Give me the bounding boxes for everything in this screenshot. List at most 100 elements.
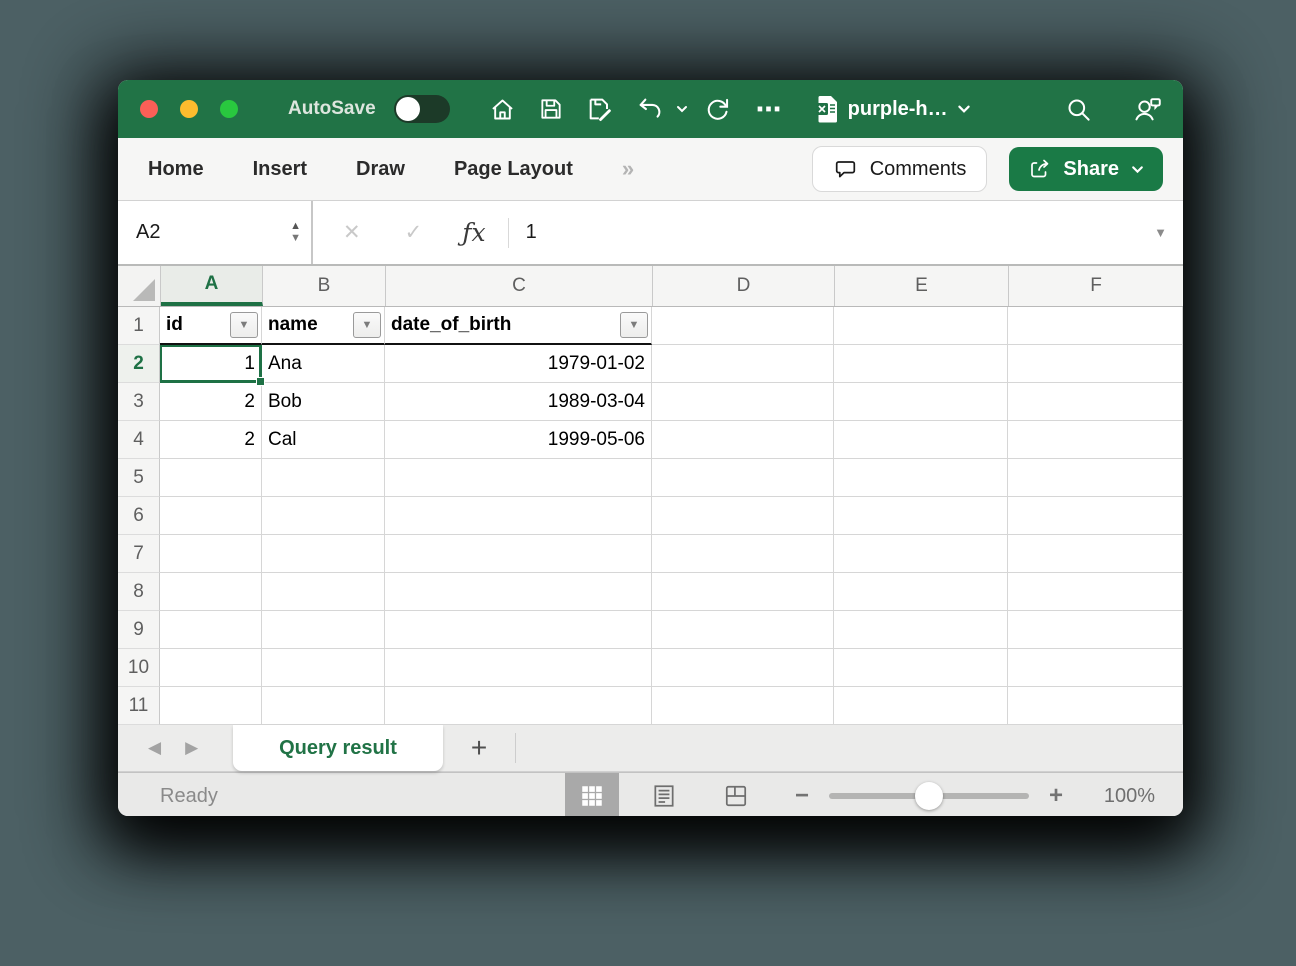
cell-A3[interactable]: 2: [160, 383, 262, 421]
name-box-spinner[interactable]: ▲ ▼: [290, 222, 301, 243]
cell-D7[interactable]: [652, 535, 834, 573]
page-layout-view-button[interactable]: [637, 773, 691, 816]
save-as-icon[interactable]: [586, 95, 614, 123]
minimize-window-button[interactable]: [180, 100, 198, 118]
normal-view-button[interactable]: [565, 773, 619, 816]
cell-B2[interactable]: Ana: [262, 345, 385, 383]
cell-F7[interactable]: [1008, 535, 1183, 573]
cell-D8[interactable]: [652, 573, 834, 611]
spinner-down-icon[interactable]: ▼: [290, 234, 301, 243]
column-header-E[interactable]: E: [835, 266, 1009, 306]
cell-B3[interactable]: Bob: [262, 383, 385, 421]
row-header-8[interactable]: 8: [118, 573, 160, 611]
cell-B7[interactable]: [262, 535, 385, 573]
cell-E11[interactable]: [834, 687, 1008, 725]
cell-E5[interactable]: [834, 459, 1008, 497]
filter-button-name[interactable]: ▼: [353, 312, 381, 338]
cell-F6[interactable]: [1008, 497, 1183, 535]
tab-insert[interactable]: Insert: [253, 158, 307, 181]
zoom-slider[interactable]: [829, 793, 1029, 799]
cell-A7[interactable]: [160, 535, 262, 573]
row-header-9[interactable]: 9: [118, 611, 160, 649]
row-header-5[interactable]: 5: [118, 459, 160, 497]
row-header-4[interactable]: 4: [118, 421, 160, 459]
spinner-up-icon[interactable]: ▲: [290, 222, 301, 231]
zoom-slider-thumb[interactable]: [915, 782, 943, 810]
name-box[interactable]: A2 ▲ ▼: [118, 201, 313, 264]
ribbon-overflow-icon[interactable]: »: [622, 156, 634, 182]
home-icon[interactable]: [489, 96, 516, 123]
prev-sheet-icon[interactable]: ◀: [148, 738, 161, 758]
undo-menu-chevron-icon[interactable]: [675, 102, 689, 116]
row-header-3[interactable]: 3: [118, 383, 160, 421]
cell-A10[interactable]: [160, 649, 262, 687]
cell-F4[interactable]: [1008, 421, 1183, 459]
cell-A8[interactable]: [160, 573, 262, 611]
share-people-icon[interactable]: [1133, 95, 1163, 123]
cell-A5[interactable]: [160, 459, 262, 497]
document-title-chevron-icon[interactable]: [956, 101, 972, 117]
cell-D11[interactable]: [652, 687, 834, 725]
cell-C4[interactable]: 1999-05-06: [385, 421, 652, 459]
cell-D4[interactable]: [652, 421, 834, 459]
cell-A1[interactable]: id▼: [160, 307, 262, 345]
zoom-window-button[interactable]: [220, 100, 238, 118]
cell-D5[interactable]: [652, 459, 834, 497]
cell-B1[interactable]: name▼: [262, 307, 385, 345]
row-header-6[interactable]: 6: [118, 497, 160, 535]
formula-bar-expand-icon[interactable]: ▼: [1154, 225, 1167, 240]
document-title[interactable]: purple-h…: [848, 98, 948, 121]
cell-F1[interactable]: [1008, 307, 1183, 345]
cell-E1[interactable]: [834, 307, 1008, 345]
cell-D10[interactable]: [652, 649, 834, 687]
cell-D3[interactable]: [652, 383, 834, 421]
cell-E10[interactable]: [834, 649, 1008, 687]
cell-C10[interactable]: [385, 649, 652, 687]
zoom-out-button[interactable]: −: [795, 782, 809, 810]
cell-E7[interactable]: [834, 535, 1008, 573]
column-header-D[interactable]: D: [653, 266, 835, 306]
cell-A6[interactable]: [160, 497, 262, 535]
cell-B11[interactable]: [262, 687, 385, 725]
cell-B5[interactable]: [262, 459, 385, 497]
cell-F5[interactable]: [1008, 459, 1183, 497]
cell-B6[interactable]: [262, 497, 385, 535]
tab-home[interactable]: Home: [148, 158, 204, 181]
cell-C1[interactable]: date_of_birth▼: [385, 307, 652, 345]
row-header-1[interactable]: 1: [118, 307, 160, 345]
page-break-view-button[interactable]: [709, 773, 763, 816]
cell-F10[interactable]: [1008, 649, 1183, 687]
cell-A2[interactable]: 1: [160, 345, 262, 383]
search-icon[interactable]: [1065, 96, 1092, 123]
tab-page-layout[interactable]: Page Layout: [454, 158, 573, 181]
add-sheet-button[interactable]: +: [443, 725, 515, 771]
cell-C8[interactable]: [385, 573, 652, 611]
cell-A9[interactable]: [160, 611, 262, 649]
cell-E2[interactable]: [834, 345, 1008, 383]
cell-D1[interactable]: [652, 307, 834, 345]
cell-D6[interactable]: [652, 497, 834, 535]
redo-icon[interactable]: [704, 96, 731, 123]
column-header-F[interactable]: F: [1009, 266, 1183, 306]
cell-F2[interactable]: [1008, 345, 1183, 383]
zoom-in-button[interactable]: +: [1049, 782, 1063, 810]
cell-E6[interactable]: [834, 497, 1008, 535]
column-header-B[interactable]: B: [263, 266, 386, 306]
tab-draw[interactable]: Draw: [356, 158, 405, 181]
cell-F3[interactable]: [1008, 383, 1183, 421]
autosave-toggle[interactable]: [394, 95, 450, 123]
cell-B9[interactable]: [262, 611, 385, 649]
cell-E4[interactable]: [834, 421, 1008, 459]
formula-input[interactable]: 1: [526, 221, 1155, 244]
cell-F8[interactable]: [1008, 573, 1183, 611]
select-all-corner[interactable]: [118, 266, 161, 306]
cell-E9[interactable]: [834, 611, 1008, 649]
undo-icon[interactable]: [636, 95, 664, 123]
cell-C11[interactable]: [385, 687, 652, 725]
share-button[interactable]: Share: [1009, 147, 1163, 191]
column-header-C[interactable]: C: [386, 266, 653, 306]
cell-F11[interactable]: [1008, 687, 1183, 725]
cell-B8[interactable]: [262, 573, 385, 611]
cell-C7[interactable]: [385, 535, 652, 573]
cell-C3[interactable]: 1989-03-04: [385, 383, 652, 421]
